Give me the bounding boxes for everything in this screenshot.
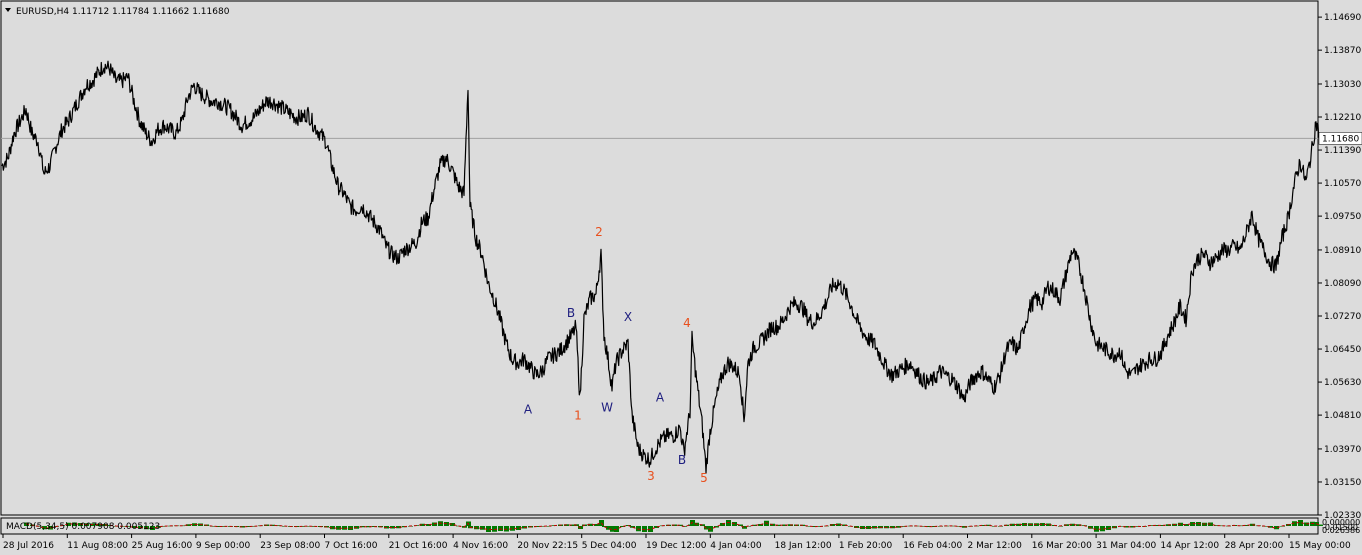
macd-bar — [498, 526, 503, 531]
y-tick-label: 1.10570 — [1324, 179, 1361, 189]
x-tick-label: 28 Jul 2016 — [3, 541, 54, 551]
y-tick-label: 1.08090 — [1324, 279, 1361, 289]
x-tick-label: 28 Apr 20:00 — [1225, 541, 1284, 551]
y-tick-label: 1.13030 — [1324, 80, 1361, 90]
y-tick-label: 1.03970 — [1324, 445, 1361, 455]
y-tick-label: 1.13870 — [1324, 46, 1361, 56]
x-tick-label: 4 Jan 04:00 — [710, 541, 762, 551]
wave-label: W — [601, 400, 613, 414]
y-tick-label: 1.03150 — [1324, 478, 1361, 488]
wave-label: B — [567, 306, 575, 320]
x-tick-label: 23 Sep 08:00 — [260, 541, 320, 551]
wave-label: 4 — [683, 316, 691, 330]
x-tick-label: 16 Mar 20:00 — [1032, 541, 1092, 551]
wave-label: 2 — [595, 225, 603, 239]
x-tick-label: 1 Feb 20:00 — [839, 541, 893, 551]
wave-label: A — [524, 402, 533, 416]
x-tick-label: 31 Mar 04:00 — [1096, 541, 1156, 551]
x-tick-label: 25 Aug 16:00 — [132, 541, 193, 551]
x-tick-label: 7 Oct 16:00 — [325, 541, 378, 551]
x-tick-label: 18 Jan 12:00 — [775, 541, 832, 551]
y-tick-label: 1.14690 — [1324, 13, 1361, 23]
wave-label: 3 — [647, 469, 655, 483]
y-tick-label: 1.06450 — [1324, 345, 1361, 355]
x-tick-label: 20 Nov 22:15 — [517, 541, 578, 551]
price-series-line — [1, 60, 1321, 474]
x-tick-label: 5 Dec 04:00 — [582, 541, 637, 551]
x-tick-label: 19 Dec 12:00 — [646, 541, 707, 551]
x-tick-label: 9 Sep 00:00 — [196, 541, 251, 551]
wave-label: 5 — [700, 471, 708, 485]
macd-bar — [648, 526, 653, 532]
current-price-text: 1.11680 — [1322, 134, 1359, 144]
macd-bar — [636, 526, 641, 532]
y-tick-label: 1.12210 — [1324, 113, 1361, 123]
wave-label: 1 — [574, 409, 582, 423]
x-tick-label: 15 May 00:00 — [1289, 541, 1351, 551]
x-tick-label: 21 Oct 16:00 — [389, 541, 448, 551]
wave-label: A — [656, 390, 665, 404]
y-tick-label: 1.05630 — [1324, 378, 1361, 388]
triangle-down-icon[interactable] — [5, 8, 11, 12]
x-tick-label: 11 Aug 08:00 — [67, 541, 128, 551]
y-tick-label: 1.09750 — [1324, 212, 1361, 222]
macd-header: MACD(5,34,5) 0.007908 0.005123 — [6, 522, 160, 532]
x-tick-label: 4 Nov 16:00 — [453, 541, 508, 551]
y-tick-label: 1.11390 — [1324, 146, 1361, 156]
x-tick-label: 14 Apr 12:00 — [1160, 541, 1219, 551]
wave-label: B — [678, 453, 686, 467]
y-tick-label: 1.07270 — [1324, 312, 1361, 322]
main-plot-frame — [0, 0, 1319, 516]
x-tick-label: 2 Mar 12:00 — [968, 541, 1023, 551]
elliott-wave-labels: 2 B X 4 A W A 1 B 3 5 — [524, 225, 708, 485]
price-chart[interactable]: 1.14690 1.13870 1.13030 1.12210 1.11390 1.105… — [0, 0, 1362, 555]
price-axis: 1.14690 1.13870 1.13030 1.12210 1.11390 1.105… — [1318, 13, 1361, 521]
x-tick-label: 16 Feb 04:00 — [903, 541, 962, 551]
time-axis: 28 Jul 2016 11 Aug 08:00 25 Aug 16:00 9 Sep… — [2, 534, 1351, 551]
y-tick-label: 1.04810 — [1324, 411, 1361, 421]
y-tick-label: 1.08910 — [1324, 246, 1361, 256]
symbol-header: EURUSD,H4 1.11712 1.11784 1.11662 1.1168… — [16, 7, 230, 17]
macd-histogram — [24, 520, 1323, 532]
macd-axis-label-bottom: 0.026386 — [1322, 526, 1360, 535]
wave-label: X — [624, 310, 632, 324]
current-price-tag: 1.11680 — [1318, 132, 1362, 145]
